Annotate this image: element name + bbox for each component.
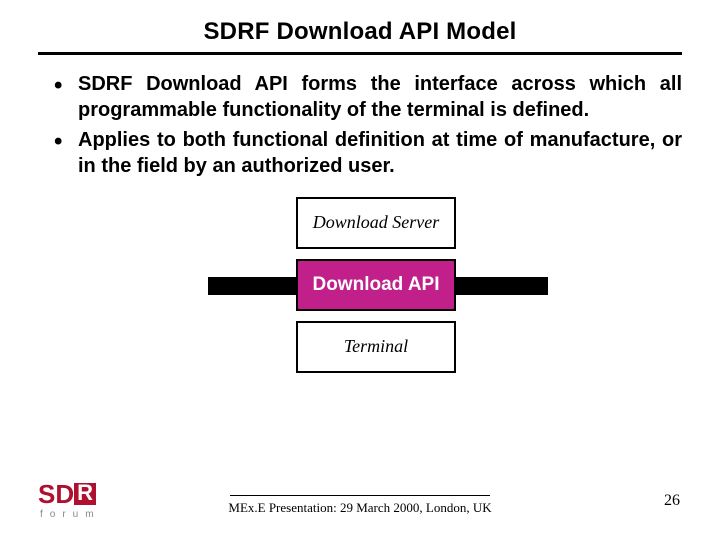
- logo-r-block: R: [74, 481, 96, 503]
- footer-rule: [230, 495, 490, 496]
- logo-subtext: forum: [38, 509, 158, 520]
- box-label: Terminal: [344, 337, 408, 357]
- footer-text: MEx.E Presentation: 29 March 2000, Londo…: [200, 500, 520, 516]
- slide-title: SDRF Download API Model: [38, 18, 682, 46]
- logo-letter: S: [38, 481, 55, 507]
- footer-center: MEx.E Presentation: 29 March 2000, Londo…: [200, 495, 520, 516]
- diagram: Download Server Download API Terminal: [38, 193, 682, 393]
- logo-main: SDR: [38, 481, 158, 507]
- page-number: 26: [664, 492, 680, 510]
- logo-letter: D: [55, 481, 74, 507]
- box-label: Download Server: [313, 213, 439, 233]
- bullet-list: SDRF Download API forms the interface ac…: [38, 71, 682, 179]
- box-download-api: Download API: [296, 259, 456, 311]
- box-label: Download API: [312, 275, 439, 296]
- title-rule: [38, 52, 682, 55]
- logo: SDR forum: [38, 481, 158, 520]
- box-terminal: Terminal: [296, 321, 456, 373]
- slide: SDRF Download API Model SDRF Download AP…: [0, 0, 720, 540]
- bullet-item: SDRF Download API forms the interface ac…: [50, 71, 682, 123]
- box-download-server: Download Server: [296, 197, 456, 249]
- bullet-item: Applies to both functional definition at…: [50, 127, 682, 179]
- footer: SDR forum MEx.E Presentation: 29 March 2…: [0, 466, 720, 526]
